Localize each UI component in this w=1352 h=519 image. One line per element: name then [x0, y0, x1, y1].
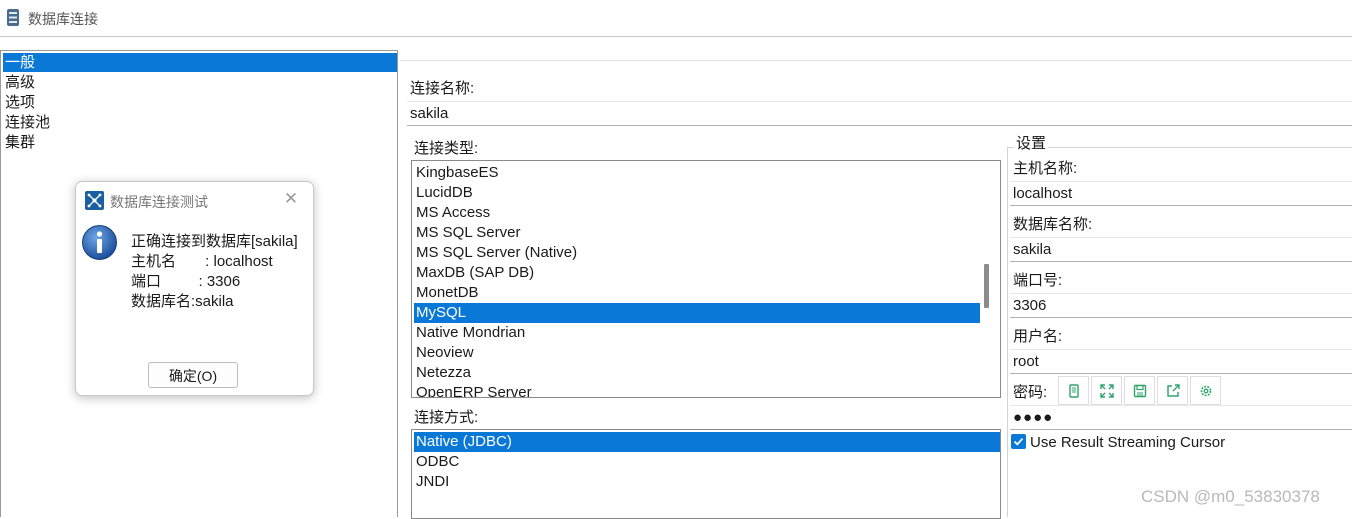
- list-item[interactable]: ODBC: [414, 452, 1000, 472]
- list-item[interactable]: MS SQL Server (Native): [414, 243, 980, 263]
- port-label: 端口号:: [1013, 272, 1063, 289]
- share-button[interactable]: [1157, 376, 1188, 405]
- share-icon: [1167, 384, 1180, 397]
- host-input[interactable]: localhost: [1010, 181, 1352, 206]
- list-item[interactable]: LucidDB: [414, 183, 980, 203]
- save-button[interactable]: [1124, 376, 1155, 405]
- connection-type-label: 连接类型:: [414, 140, 479, 157]
- connection-method-list[interactable]: Native (JDBC) ODBC JNDI: [411, 429, 1001, 519]
- scrollbar-thumb[interactable]: [984, 264, 989, 308]
- list-item[interactable]: Native Mondrian: [414, 323, 980, 343]
- password-label: 密码:: [1013, 384, 1048, 401]
- dialog-message: 数据库名:sakila: [131, 293, 234, 310]
- list-item[interactable]: KingbaseES: [414, 163, 980, 183]
- nav-item-options[interactable]: 选项: [3, 93, 397, 112]
- list-item-selected[interactable]: MySQL: [414, 303, 980, 323]
- password-input[interactable]: ●●●●: [1010, 405, 1352, 430]
- settings-legend: 设置: [1014, 132, 1049, 153]
- settings-group-border: [1007, 147, 1352, 148]
- nav-item-advanced[interactable]: 高级: [3, 73, 397, 92]
- dialog-message: 端口 : 3306: [131, 273, 241, 290]
- gear-icon: [1200, 385, 1212, 397]
- list-item[interactable]: MS Access: [414, 203, 980, 223]
- close-icon[interactable]: ✕: [282, 190, 300, 208]
- gear-button[interactable]: [1190, 376, 1221, 405]
- connection-type-list[interactable]: KingbaseES LucidDB MS Access MS SQL Serv…: [411, 160, 1001, 398]
- window-title: 数据库连接: [28, 11, 98, 27]
- list-item[interactable]: Neoview: [414, 343, 980, 363]
- nav-item-pooling[interactable]: 连接池: [3, 113, 397, 132]
- connection-method-label: 连接方式:: [414, 409, 479, 426]
- list-item[interactable]: OpenERP Server: [414, 383, 980, 397]
- save-icon: [1133, 384, 1147, 398]
- ok-button[interactable]: 确定(O): [148, 362, 238, 388]
- expand-button[interactable]: [1091, 376, 1122, 405]
- watermark: CSDN @m0_53830378: [1141, 487, 1320, 506]
- nav-item-general[interactable]: 一般: [3, 53, 397, 72]
- port-input[interactable]: 3306: [1010, 293, 1352, 318]
- network-icon: [85, 191, 104, 210]
- mobile-button[interactable]: [1058, 376, 1089, 405]
- connection-test-dialog: 数据库连接测试 ✕ 正确连接到数据库[sakila] 主机名 : localho…: [75, 181, 314, 396]
- list-item[interactable]: MonetDB: [414, 283, 980, 303]
- list-item[interactable]: MS SQL Server: [414, 223, 980, 243]
- mobile-icon: [1069, 384, 1079, 398]
- dialog-message: 主机名 : localhost: [131, 253, 273, 270]
- list-item-selected[interactable]: Native (JDBC): [414, 432, 1000, 452]
- info-icon: [82, 225, 117, 260]
- connection-name-label: 连接名称:: [410, 80, 475, 97]
- database-input[interactable]: sakila: [1010, 237, 1352, 262]
- streaming-checkbox[interactable]: [1011, 434, 1026, 449]
- connection-name-input[interactable]: sakila: [407, 101, 1352, 126]
- database-icon: [7, 9, 19, 26]
- database-label: 数据库名称:: [1013, 216, 1093, 233]
- check-icon: [1013, 438, 1024, 446]
- list-item[interactable]: MaxDB (SAP DB): [414, 263, 980, 283]
- username-label: 用户名:: [1013, 328, 1063, 345]
- host-label: 主机名称:: [1013, 160, 1078, 177]
- nav-item-cluster[interactable]: 集群: [3, 133, 397, 152]
- list-item[interactable]: Netezza: [414, 363, 980, 383]
- dialog-title: 数据库连接测试: [110, 194, 208, 210]
- dialog-message: 正确连接到数据库[sakila]: [131, 233, 298, 250]
- expand-icon: [1100, 384, 1114, 398]
- title-bar: 数据库连接: [0, 0, 1352, 37]
- settings-group-border: [1007, 147, 1008, 517]
- streaming-checkbox-label[interactable]: Use Result Streaming Cursor: [1030, 434, 1225, 451]
- divider: [400, 60, 1352, 61]
- username-input[interactable]: root: [1010, 349, 1352, 374]
- list-item[interactable]: JNDI: [414, 472, 1000, 492]
